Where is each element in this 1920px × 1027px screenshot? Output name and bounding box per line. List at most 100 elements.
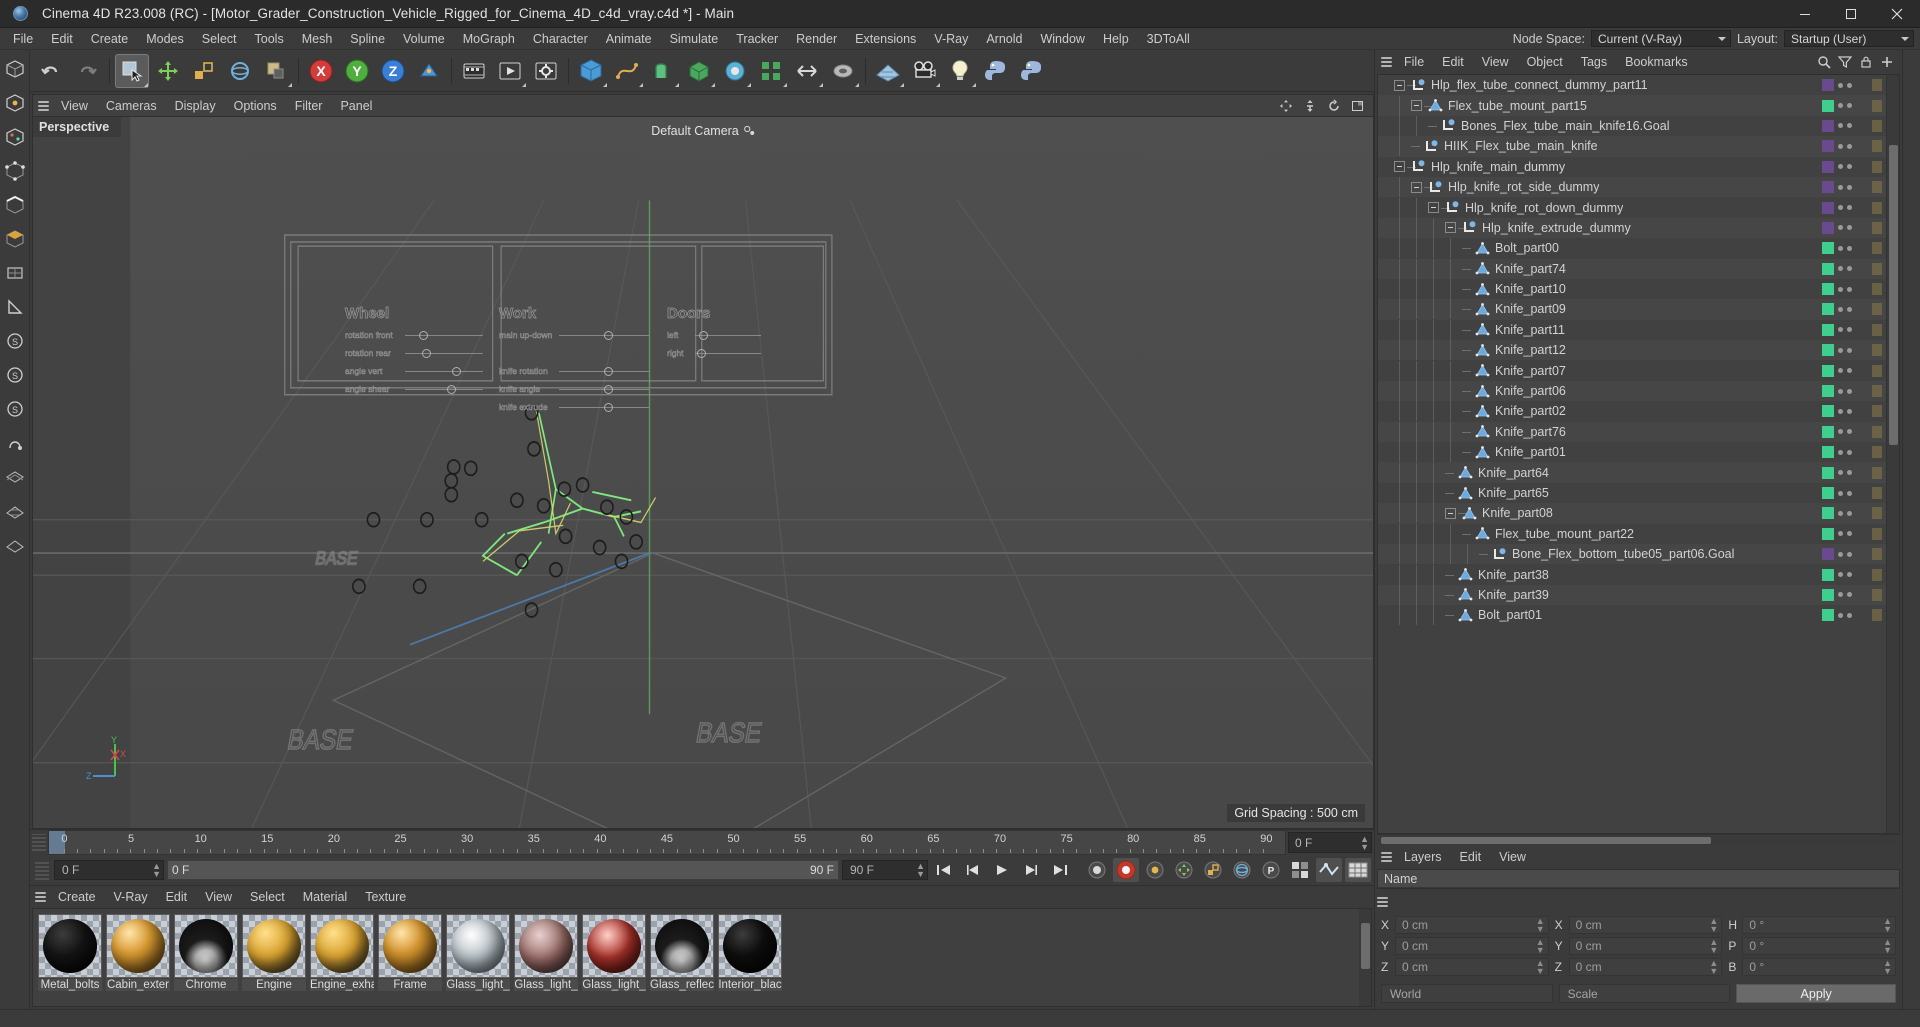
visibility-dot-render[interactable]	[1847, 184, 1852, 190]
subdivide-button[interactable]	[826, 54, 860, 88]
object-manager-tree[interactable]: Hlp_flex_tube_connect_dummy_part11 Flex_t…	[1377, 74, 1900, 834]
visibility-dot-editor[interactable]	[1838, 368, 1843, 374]
material-menu-material[interactable]: Material	[294, 886, 356, 908]
object-tag-group[interactable]	[1822, 364, 1852, 377]
undo-button[interactable]	[34, 54, 68, 88]
axis-x-button[interactable]: X	[304, 54, 338, 88]
size-x-field[interactable]: 0 cm ▲ ▼	[1568, 916, 1723, 934]
play-button[interactable]	[989, 858, 1015, 882]
python-generator-button[interactable]	[979, 54, 1013, 88]
cube-primitive-button[interactable]	[574, 54, 608, 88]
object-tag-group[interactable]	[1822, 487, 1852, 499]
current-frame-field[interactable]: 0 F ▲ ▼	[1288, 832, 1372, 853]
layer-menu-layers[interactable]: Layers	[1395, 846, 1451, 868]
visibility-dot-editor[interactable]	[1838, 184, 1843, 190]
visibility-dot-editor[interactable]	[1838, 572, 1843, 578]
visibility-dot-editor[interactable]	[1838, 103, 1843, 109]
object-tag-group[interactable]	[1822, 242, 1852, 255]
visibility-dot-editor[interactable]	[1838, 388, 1843, 394]
layer-color-tag[interactable]	[1822, 160, 1834, 173]
menu-tracker[interactable]: Tracker	[727, 28, 787, 50]
snap-icon[interactable]: S	[1, 324, 29, 357]
visibility-dot-editor[interactable]	[1838, 449, 1843, 455]
visibility-dot-render[interactable]	[1847, 286, 1852, 292]
tree-expander[interactable]	[1394, 161, 1405, 173]
object-tag-group[interactable]	[1822, 283, 1852, 296]
object-tree-row[interactable]: Knife_part38	[1378, 564, 1886, 585]
texture-mode-icon[interactable]	[1, 120, 29, 153]
menu-simulate[interactable]: Simulate	[661, 28, 728, 50]
timeline-ruler[interactable]: 0 5 10 15 20 25 30 35 40 45 50 55 60 65 70 75 80 85 90	[48, 830, 1286, 855]
visibility-dot-editor[interactable]	[1838, 143, 1843, 149]
viewport-menu-display[interactable]: Display	[166, 95, 225, 117]
object-tag-group[interactable]	[1822, 385, 1852, 398]
layer-color-tag[interactable]	[1822, 609, 1834, 622]
mograph-button[interactable]	[718, 54, 752, 88]
material-item[interactable]: Engine_exha	[310, 914, 374, 1001]
object-tree-row[interactable]: Knife_part08	[1378, 503, 1886, 524]
visibility-dot-editor[interactable]	[1838, 205, 1843, 211]
tree-expander[interactable]	[1411, 181, 1422, 193]
material-preview[interactable]	[174, 914, 238, 978]
object-extra-tag[interactable]	[1872, 99, 1882, 112]
object-extra-tag[interactable]	[1872, 466, 1882, 479]
scale-key-button[interactable]	[1200, 858, 1226, 882]
polygon-object-icon[interactable]	[1475, 384, 1490, 399]
material-menu-view[interactable]: View	[196, 886, 241, 908]
material-item[interactable]: Metal_bolts	[38, 914, 102, 1001]
viewport-menu-options[interactable]: Options	[225, 95, 286, 117]
render-view-button[interactable]	[457, 54, 491, 88]
dope-sheet-button[interactable]	[1345, 858, 1371, 882]
parameter-key-button[interactable]: P	[1258, 858, 1284, 882]
minimize-button[interactable]	[1782, 0, 1828, 28]
tree-expander[interactable]	[1445, 222, 1456, 234]
visibility-dot-render[interactable]	[1847, 551, 1852, 557]
object-tag-group[interactable]	[1822, 568, 1852, 581]
object-tree-row[interactable]: Bone_Flex_bottom_tube05_part06.Goal	[1378, 543, 1886, 565]
material-item[interactable]: Frame	[378, 914, 442, 1001]
workplane-icon[interactable]	[1, 256, 29, 289]
timeline-toggle-button[interactable]	[1316, 858, 1342, 882]
null-object-icon[interactable]	[1441, 118, 1456, 133]
frame-start-field[interactable]: 0 F ▲ ▼	[54, 860, 164, 880]
layer-menu-view[interactable]: View	[1490, 846, 1535, 868]
object-tree-row[interactable]: Flex_tube_mount_part15	[1378, 95, 1886, 116]
object-menu-edit[interactable]: Edit	[1433, 51, 1473, 73]
move-tool[interactable]	[151, 54, 185, 88]
apply-button[interactable]: Apply	[1736, 984, 1897, 1003]
menu-extensions[interactable]: Extensions	[846, 28, 925, 50]
visibility-dot-render[interactable]	[1847, 123, 1852, 129]
material-menu-handle[interactable]	[35, 892, 49, 902]
layer-color-tag[interactable]	[1822, 507, 1834, 520]
position-z-field[interactable]: 0 cm ▲ ▼	[1395, 958, 1549, 976]
keyframe-selection-button[interactable]	[1142, 858, 1168, 882]
layer-manager[interactable]: Name	[1377, 869, 1900, 889]
visibility-dot-editor[interactable]	[1838, 510, 1843, 516]
polygon-object-icon[interactable]	[1475, 445, 1490, 460]
add-icon[interactable]	[1880, 55, 1894, 69]
menu-file[interactable]: File	[4, 28, 42, 50]
layer-color-tag[interactable]	[1822, 568, 1834, 581]
layer-color-tag[interactable]	[1822, 344, 1834, 357]
object-tree-row[interactable]: Knife_part10	[1378, 279, 1886, 300]
polygon-object-icon[interactable]	[1475, 343, 1490, 358]
material-item[interactable]: Interior_blac	[718, 914, 782, 1001]
visibility-dot-editor[interactable]	[1838, 245, 1843, 251]
perspective-viewport[interactable]: Perspective Default Camera BASE BASE BAS…	[32, 116, 1374, 829]
object-extra-tag[interactable]	[1872, 140, 1882, 153]
lock-icon[interactable]	[1859, 55, 1873, 69]
viewport-maximize-icon[interactable]	[1351, 99, 1365, 113]
object-tag-group[interactable]	[1822, 466, 1852, 479]
node-space-select[interactable]: Current (V-Ray)	[1590, 30, 1731, 47]
search-icon[interactable]	[1817, 55, 1831, 69]
layer-color-tag[interactable]	[1822, 262, 1834, 275]
viewport-menu-handle[interactable]	[38, 100, 52, 111]
polygon-object-icon[interactable]	[1458, 567, 1473, 582]
visibility-dot-render[interactable]	[1847, 82, 1852, 88]
rotate-tool[interactable]	[223, 54, 257, 88]
object-tree-row[interactable]: Knife_part12	[1378, 340, 1886, 361]
visibility-dot-render[interactable]	[1847, 510, 1852, 516]
timeline-drag-handle[interactable]	[32, 834, 46, 851]
material-item[interactable]: Engine	[242, 914, 306, 1001]
object-tree-row[interactable]: Knife_part65	[1378, 483, 1886, 503]
